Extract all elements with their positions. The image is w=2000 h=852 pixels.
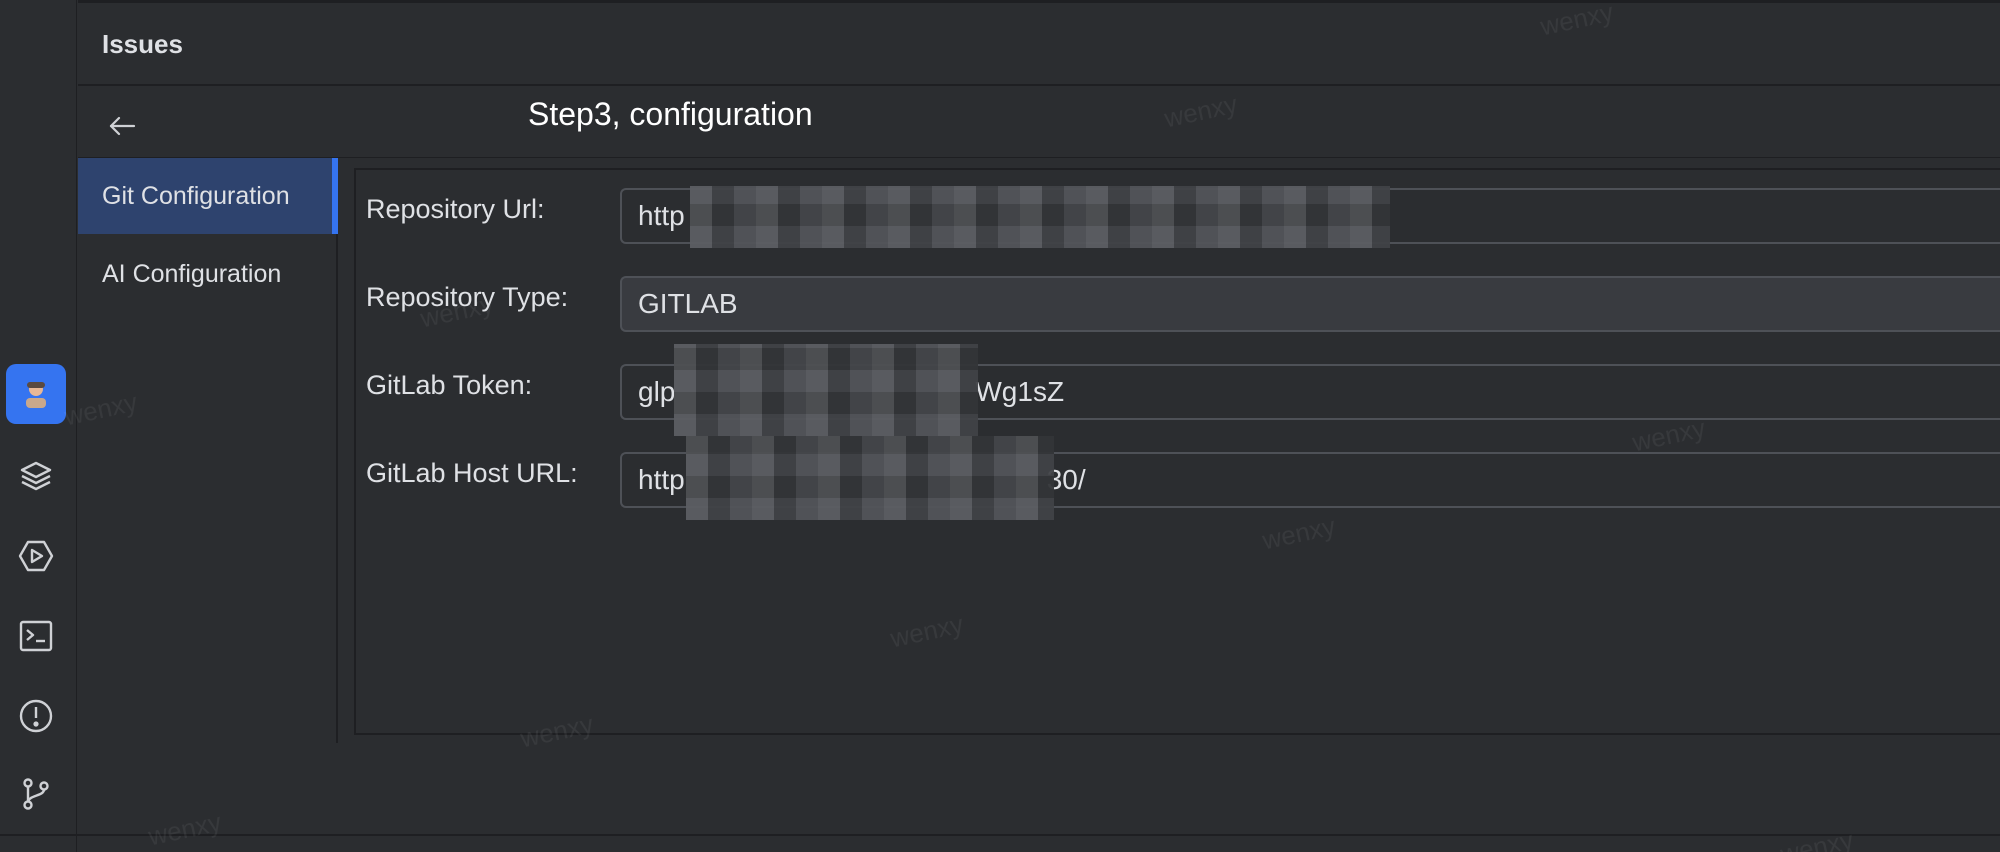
repository-type-value: GITLAB [638, 288, 738, 319]
git-branch-icon [23, 778, 49, 810]
nav-item-ai-configuration[interactable]: AI Configuration [78, 236, 336, 312]
back-button[interactable] [102, 106, 142, 146]
arrow-left-icon [109, 116, 136, 136]
tool-window-strip [0, 0, 77, 852]
bottom-divider [0, 834, 2000, 836]
layers-tool-button[interactable] [6, 446, 66, 506]
redaction-block [686, 436, 1054, 520]
repository-url-value: http [638, 200, 685, 231]
gitlab-token-value-start: glp [638, 376, 676, 407]
git-configuration-form: Repository Url: http Repository Type: GI… [354, 168, 2000, 735]
tool-window-title: Issues [102, 29, 183, 59]
redaction-block [690, 186, 1390, 248]
app-window: Issues Step3, configuration Git Configur… [0, 0, 2000, 852]
watermark: wenxy [1777, 824, 1856, 852]
gitlab-host-url-value-start: http [638, 464, 685, 495]
nav-item-git-configuration[interactable]: Git Configuration [78, 158, 338, 234]
problems-tool-button[interactable] [6, 686, 66, 746]
gitlab-token-value-end: Wg1sZ [975, 376, 1065, 407]
run-icon [18, 540, 54, 572]
tool-window-header: Issues [78, 0, 2000, 86]
terminal-icon [19, 620, 53, 652]
repository-type-select[interactable]: GITLAB [620, 276, 2000, 332]
repository-url-label: Repository Url: [366, 194, 545, 224]
layers-icon [20, 461, 52, 491]
git-tool-button[interactable] [6, 764, 66, 824]
avatar-tool-button[interactable] [6, 364, 66, 424]
gitlab-token-label: GitLab Token: [366, 370, 533, 400]
problems-icon [19, 699, 53, 733]
avatar-icon [26, 382, 46, 408]
repository-type-label: Repository Type: [366, 282, 569, 312]
redaction-block [674, 344, 978, 436]
gitlab-host-url-row: GitLab Host URL: http 30/ [356, 452, 2000, 508]
config-nav: Git Configuration AI Configuration [78, 158, 338, 743]
wizard-bar: Step3, configuration [78, 86, 2000, 158]
repository-type-row: Repository Type: GITLAB [356, 276, 2000, 332]
run-tool-button[interactable] [6, 526, 66, 586]
terminal-tool-button[interactable] [6, 606, 66, 666]
step-title: Step3, configuration [528, 96, 813, 132]
gitlab-token-row: GitLab Token: glp Wg1sZ [356, 364, 2000, 420]
gitlab-host-url-label: GitLab Host URL: [366, 458, 578, 488]
watermark: wenxy [145, 806, 224, 852]
